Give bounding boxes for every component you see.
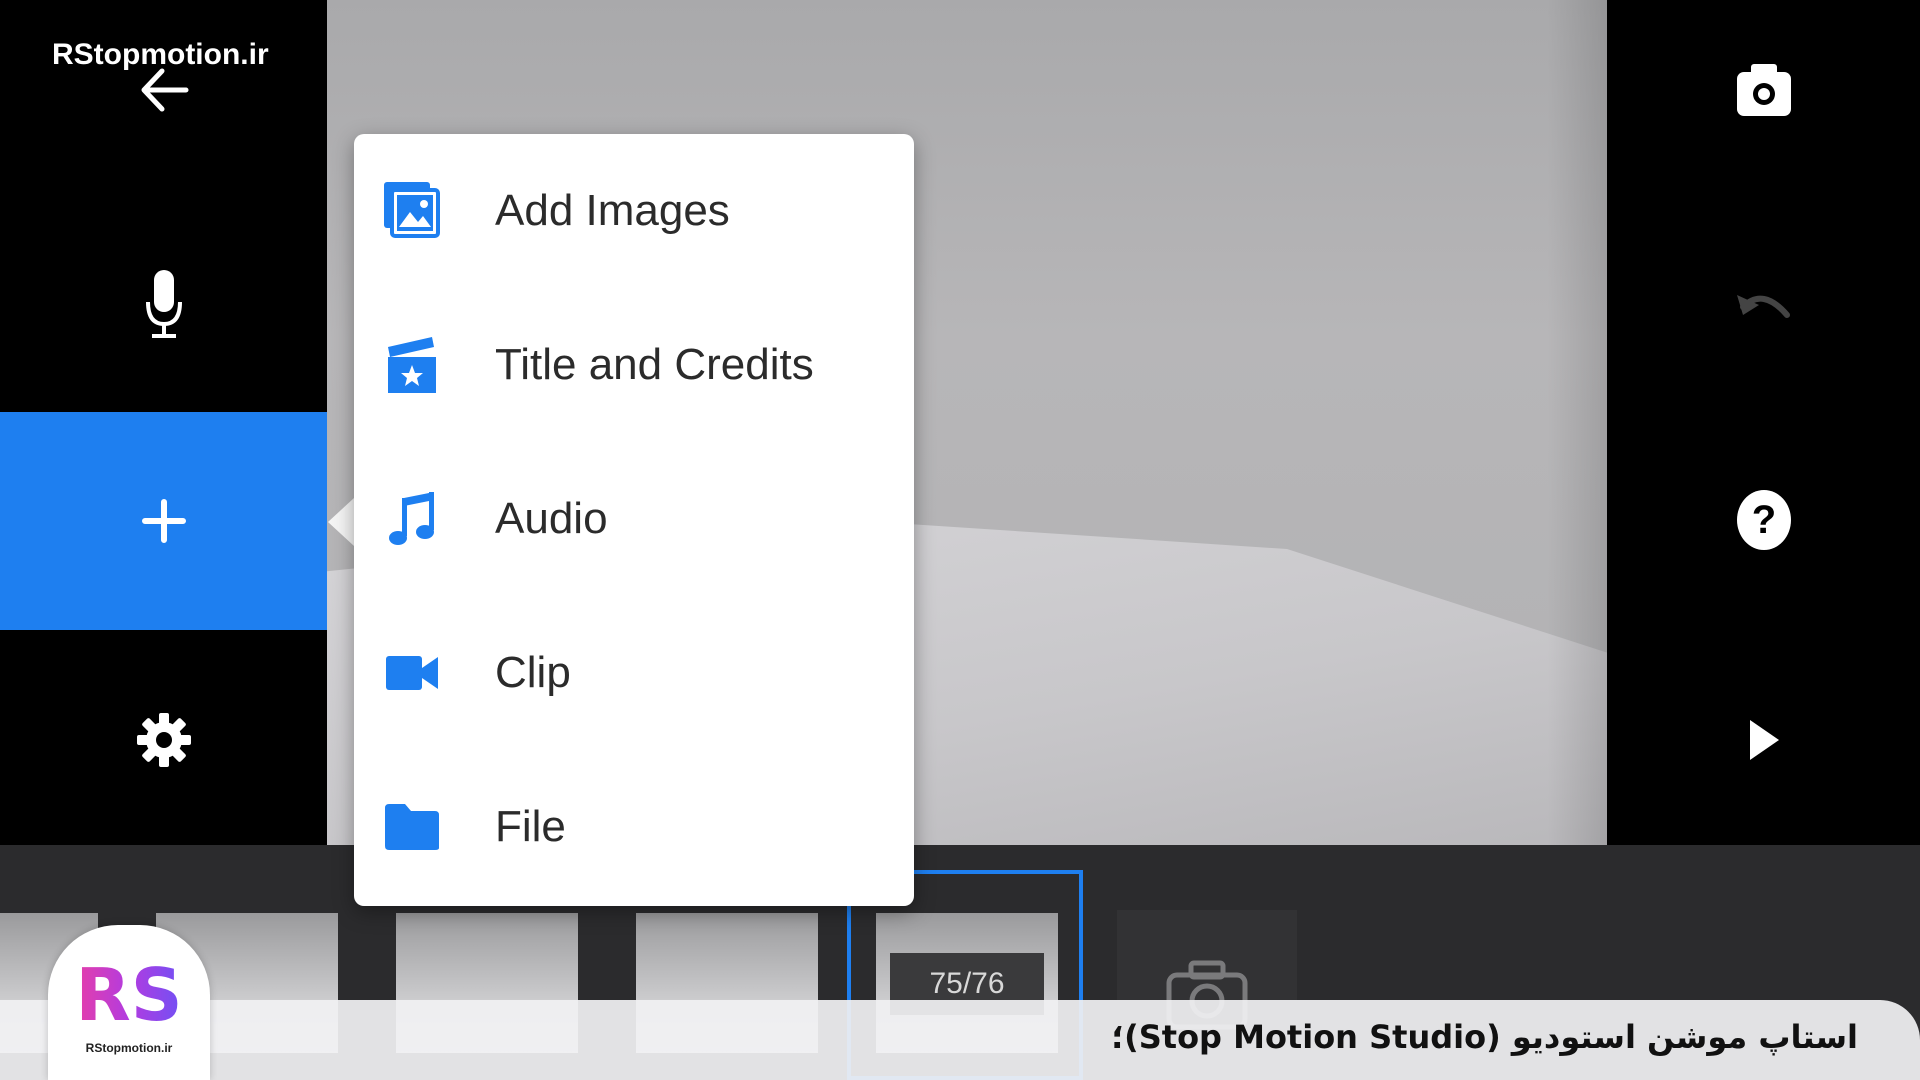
menu-item-label: Audio — [495, 494, 608, 543]
music-note-icon — [377, 484, 447, 554]
help-button[interactable]: ? — [1607, 470, 1920, 570]
menu-item-clip[interactable]: Clip — [354, 596, 914, 750]
right-toolbar: ? — [1607, 0, 1920, 845]
menu-item-audio[interactable]: Audio — [354, 442, 914, 596]
microphone-icon — [145, 270, 182, 338]
menu-item-label: Title and Credits — [495, 340, 814, 389]
logo-mark: RS — [48, 953, 210, 1037]
menu-item-label: Add Images — [495, 186, 730, 235]
title-credits-icon — [377, 330, 447, 400]
menu-pointer — [328, 498, 354, 546]
camera-icon — [1736, 64, 1791, 116]
preview-shadow — [1547, 0, 1607, 845]
svg-text:?: ? — [1751, 498, 1775, 542]
add-images-icon — [377, 176, 447, 246]
add-menu: Add Images Title and Credits Audio Clip … — [354, 134, 914, 906]
folder-icon — [377, 792, 447, 862]
left-toolbar — [0, 0, 327, 845]
logo-subtitle: RStopmotion.ir — [85, 1041, 173, 1055]
capture-button[interactable] — [1607, 40, 1920, 140]
play-icon — [1749, 720, 1779, 760]
site-logo: RS RStopmotion.ir — [48, 925, 210, 1080]
add-button[interactable] — [0, 412, 327, 630]
menu-item-label: Clip — [495, 648, 571, 697]
undo-icon — [1736, 295, 1790, 318]
microphone-button[interactable] — [0, 250, 327, 360]
play-button[interactable] — [1607, 690, 1920, 790]
plus-icon — [141, 499, 186, 543]
video-camera-icon — [377, 638, 447, 708]
caption-text: استاپ موشن استودیو (Stop Motion Studio)؛ — [1111, 1018, 1858, 1056]
gear-icon — [136, 713, 191, 767]
menu-item-file[interactable]: File — [354, 750, 914, 904]
settings-button[interactable] — [0, 690, 327, 790]
back-arrow-icon — [141, 68, 188, 112]
watermark-text: RStopmotion.ir — [52, 38, 269, 71]
undo-button[interactable] — [1607, 260, 1920, 350]
menu-item-title-and-credits[interactable]: Title and Credits — [354, 288, 914, 442]
help-icon: ? — [1736, 490, 1791, 550]
menu-item-label: File — [495, 802, 566, 851]
menu-item-add-images[interactable]: Add Images — [354, 134, 914, 288]
